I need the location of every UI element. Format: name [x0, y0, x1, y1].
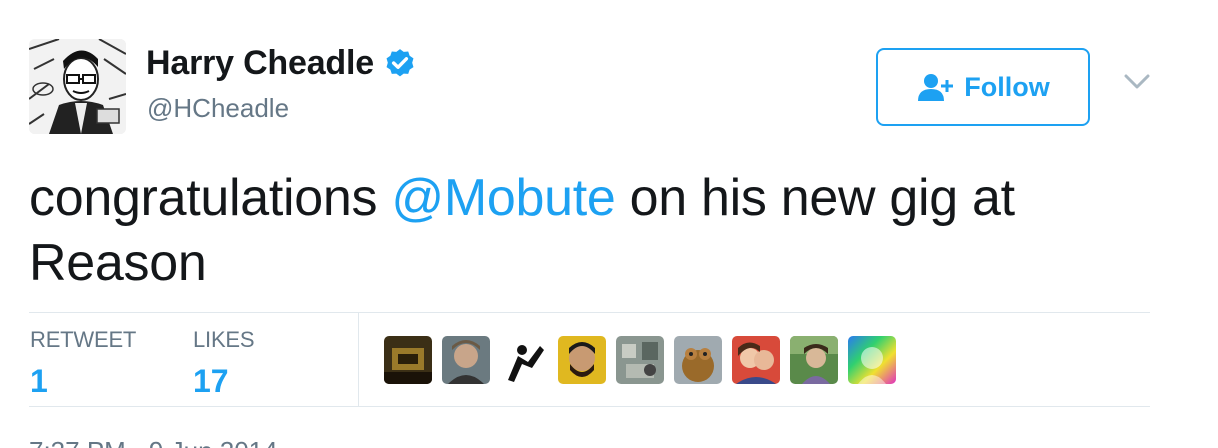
user-handle[interactable]: @HCheadle — [147, 93, 289, 124]
liker-avatar-9[interactable] — [848, 336, 896, 384]
likes-label: LIKES — [193, 327, 255, 352]
liker-avatar-8[interactable] — [790, 336, 838, 384]
likes-count: 17 — [193, 363, 229, 399]
follow-button[interactable]: Follow — [876, 48, 1090, 126]
follow-button-label: Follow — [964, 71, 1050, 102]
tweet-text-before: congratulations — [29, 169, 392, 227]
liker-avatar-7[interactable] — [732, 336, 780, 384]
retweet-label: RETWEET — [30, 327, 137, 352]
likers-list — [384, 336, 906, 384]
liker-avatar-2[interactable] — [442, 336, 490, 384]
verified-badge-icon — [386, 48, 414, 76]
add-user-icon — [918, 74, 954, 101]
tweet-timestamp[interactable]: 7:37 PM - 9 Jun 2014 — [29, 436, 278, 448]
liker-avatar-5[interactable] — [616, 336, 664, 384]
liker-avatar-3[interactable] — [500, 336, 548, 384]
likes-stat[interactable]: LIKES 17 — [193, 327, 255, 400]
retweet-count: 1 — [30, 363, 48, 399]
liker-avatar-6[interactable] — [674, 336, 722, 384]
liker-avatar-4[interactable] — [558, 336, 606, 384]
liker-avatar-1[interactable] — [384, 336, 432, 384]
stats-divider — [358, 313, 359, 407]
name-row: Harry Cheadle — [146, 44, 417, 83]
mention-link[interactable]: @Mobute — [391, 169, 615, 227]
chevron-down-icon[interactable] — [1124, 74, 1150, 90]
tweet-text: congratulations @Mobute on his new gig a… — [29, 166, 1149, 296]
retweet-stat[interactable]: RETWEET 1 — [30, 327, 136, 400]
tweet-stats: RETWEET 1 LIKES 17 — [29, 312, 1150, 407]
display-name[interactable]: Harry Cheadle — [146, 44, 374, 83]
user-avatar[interactable] — [29, 39, 126, 134]
tweet-card: Harry Cheadle @HCheadle Follow congratul… — [0, 0, 1218, 448]
